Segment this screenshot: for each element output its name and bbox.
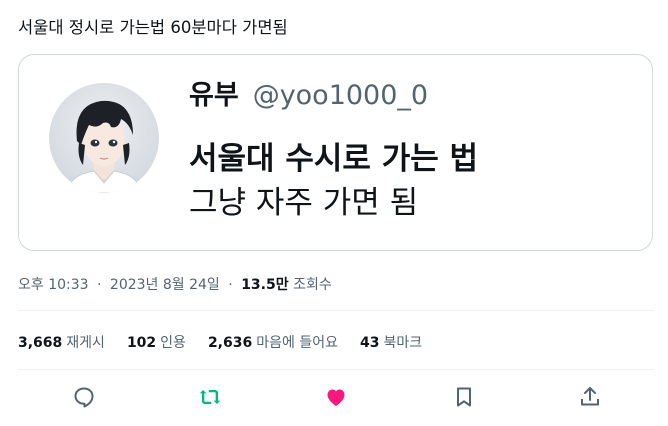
bookmarks-count: 43 <box>359 335 380 351</box>
views-label: 조회수 <box>293 277 332 293</box>
action-bar <box>0 381 668 413</box>
share-icon <box>581 387 599 406</box>
quoted-author-handle[interactable]: @yoo1000_0 <box>253 80 428 111</box>
likes-label: 마음에 들어요 <box>256 335 338 351</box>
bookmarks-stat[interactable]: 43 북마크 <box>360 332 422 352</box>
views-count: 13.5만 <box>241 277 289 293</box>
bookmarks-label: 북마크 <box>383 335 423 351</box>
quoted-tweet-header: 유부 @yoo1000_0 <box>189 73 428 112</box>
quoted-tweet-card[interactable]: 유부 @yoo1000_0 서울대 수시로 가는 법 그냥 자주 가면 됨 <box>18 54 653 251</box>
heart-icon <box>327 389 345 406</box>
tweet-time[interactable]: 오후 10:33 <box>18 277 89 293</box>
retweet-icon <box>199 390 221 404</box>
quoted-author-name[interactable]: 유부 <box>189 80 239 111</box>
quotes-label: 인용 <box>160 335 186 351</box>
bookmark-button[interactable] <box>452 385 476 409</box>
reply-icon <box>74 387 94 408</box>
divider <box>18 310 654 311</box>
retweets-count: 3,668 <box>18 335 63 351</box>
quotes-stat[interactable]: 102 인용 <box>127 332 186 352</box>
avatar-image <box>66 100 142 193</box>
tweet-date[interactable]: 2023년 8월 24일 <box>110 277 220 293</box>
retweets-label: 재게시 <box>66 335 105 351</box>
tweet-text: 서울대 정시로 가는법 60분마다 가면됨 <box>18 18 288 37</box>
meta-separator: · <box>228 277 233 293</box>
likes-stat[interactable]: 2,636 마음에 들어요 <box>208 332 338 352</box>
engagement-stats: 3,668 재게시 102 인용 2,636 마음에 들어요 43 북마크 <box>18 332 422 352</box>
avatar[interactable] <box>49 83 159 193</box>
tweet-meta: 오후 10:33 · 2023년 8월 24일 · 13.5만 조회수 <box>18 274 332 294</box>
reply-button[interactable] <box>72 385 96 409</box>
retweets-stat[interactable]: 3,668 재게시 <box>18 332 105 352</box>
quoted-tweet-line-1: 서울대 수시로 가는 법 <box>189 141 479 177</box>
retweet-button[interactable] <box>198 385 222 409</box>
divider <box>18 369 654 370</box>
meta-separator: · <box>97 277 102 293</box>
likes-count: 2,636 <box>207 335 253 351</box>
bookmark-icon <box>457 387 471 407</box>
like-button[interactable] <box>324 385 348 409</box>
share-button[interactable] <box>578 385 602 409</box>
quotes-count: 102 <box>126 335 157 351</box>
quoted-tweet-line-2: 그냥 자주 가면 됨 <box>189 185 419 221</box>
